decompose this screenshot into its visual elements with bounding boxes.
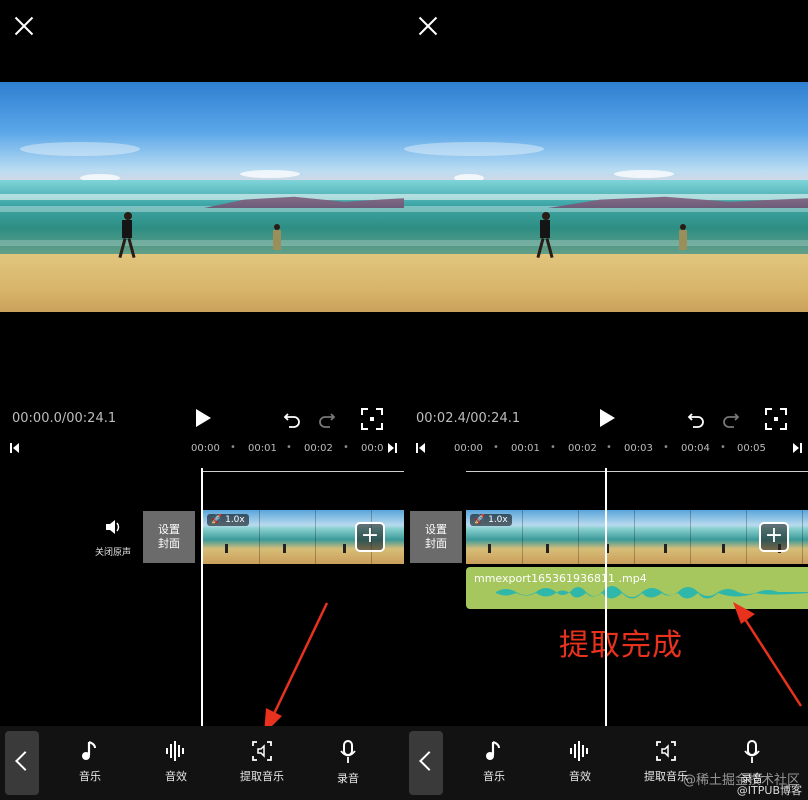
music-note-icon — [82, 741, 96, 760]
timecode: 00:02.4/00:24.1 — [416, 411, 521, 426]
left-screen: 00:00.0/00:24.1 00:00 • 00:01 • 00:02 • … — [0, 0, 404, 800]
cover-label-line2: 封面 — [425, 537, 447, 550]
microphone-icon — [744, 740, 760, 763]
audio-waveform — [496, 586, 808, 599]
playhead[interactable] — [201, 468, 203, 726]
ruler-tick: 00:00 — [191, 443, 220, 454]
ruler-tick: 00:03 — [624, 443, 653, 454]
add-clip-button[interactable]: + — [355, 522, 385, 552]
fullscreen-icon[interactable] — [361, 408, 383, 430]
music-label: 音乐 — [79, 770, 101, 783]
back-button[interactable] — [409, 731, 443, 795]
cover-label-line2: 封面 — [158, 537, 180, 550]
close-icon[interactable] — [12, 14, 36, 38]
mute-original-audio-button[interactable]: 关闭原声 — [88, 519, 138, 558]
set-cover-button[interactable]: 设置 封面 — [410, 511, 462, 563]
play-icon[interactable] — [196, 409, 211, 427]
red-arrow-annotation — [733, 602, 803, 707]
waveform-icon — [166, 741, 184, 761]
time-ruler: 00:00 • 00:01 • 00:02 • 00:03 • 00:04 • … — [454, 442, 766, 454]
skip-end-icon[interactable] — [792, 443, 802, 453]
record-label: 录音 — [337, 772, 359, 785]
speed-badge: 🚀 1.0x — [207, 514, 249, 526]
ruler-tick: 00:0 — [361, 443, 384, 454]
music-tool-button[interactable]: 音乐 — [464, 740, 524, 784]
cover-label-line1: 设置 — [158, 523, 180, 536]
video-preview — [0, 82, 404, 312]
speed-value: 1.0x — [225, 515, 245, 525]
ruler-tick: 00:01 — [511, 443, 540, 454]
mute-label: 关闭原声 — [94, 548, 131, 558]
rocket-icon: 🚀 — [211, 515, 223, 525]
music-label: 音乐 — [483, 770, 505, 783]
add-clip-button[interactable]: + — [759, 522, 789, 552]
time-ruler: 00:00 • 00:01 • 00:02 • 00:0 — [191, 442, 384, 454]
red-arrow-annotation — [264, 602, 329, 734]
undo-icon[interactable] — [687, 410, 705, 428]
speaker-icon — [106, 520, 120, 534]
set-cover-button[interactable]: 设置 封面 — [143, 511, 195, 563]
play-icon[interactable] — [600, 409, 615, 427]
extract-audio-icon — [656, 741, 676, 761]
fullscreen-icon[interactable] — [765, 408, 787, 430]
extract-complete-annotation: 提取完成 — [559, 628, 683, 663]
skip-end-icon[interactable] — [387, 443, 397, 453]
ruler-tick: 00:05 — [737, 443, 766, 454]
video-preview — [404, 82, 808, 312]
sfx-tool-button[interactable]: 音效 — [146, 740, 206, 784]
speed-value: 1.0x — [488, 515, 508, 525]
music-note-icon — [486, 741, 500, 760]
music-tool-button[interactable]: 音乐 — [60, 740, 120, 784]
rocket-icon: 🚀 — [474, 515, 486, 525]
waveform-icon — [570, 741, 588, 761]
extract-label: 提取音乐 — [240, 770, 284, 783]
ruler-tick: 00:02 — [304, 443, 333, 454]
redo-icon[interactable] — [318, 410, 336, 428]
sfx-label: 音效 — [165, 770, 187, 783]
right-screen: 00:02.4/00:24.1 00:00 • 00:01 • 00:02 • … — [404, 0, 808, 800]
sfx-label: 音效 — [569, 770, 591, 783]
close-icon[interactable] — [416, 14, 440, 38]
record-tool-button[interactable]: 录音 — [318, 740, 378, 786]
undo-icon[interactable] — [283, 410, 301, 428]
redo-icon[interactable] — [722, 410, 740, 428]
ruler-tick: 00:01 — [248, 443, 277, 454]
speed-badge: 🚀 1.0x — [470, 514, 512, 526]
back-button[interactable] — [5, 731, 39, 795]
video-clip[interactable]: 🚀 1.0x — [466, 510, 808, 564]
microphone-icon — [340, 740, 356, 763]
extract-music-tool-button[interactable]: 提取音乐 — [232, 740, 292, 784]
sfx-tool-button[interactable]: 音效 — [550, 740, 610, 784]
timeline-track-line — [202, 471, 404, 472]
extracted-audio-track[interactable]: mmexport165361936811 .mp4 — [466, 567, 808, 609]
cover-label-line1: 设置 — [425, 523, 447, 536]
watermark-itpub: @ITPUB博客 — [736, 784, 802, 797]
timecode: 00:00.0/00:24.1 — [12, 411, 117, 426]
playhead[interactable] — [605, 468, 607, 726]
ruler-tick: 00:02 — [568, 443, 597, 454]
ruler-tick: 00:00 — [454, 443, 483, 454]
timeline-track-line — [466, 471, 808, 472]
extract-audio-icon — [252, 741, 272, 761]
ruler-tick: 00:04 — [681, 443, 710, 454]
